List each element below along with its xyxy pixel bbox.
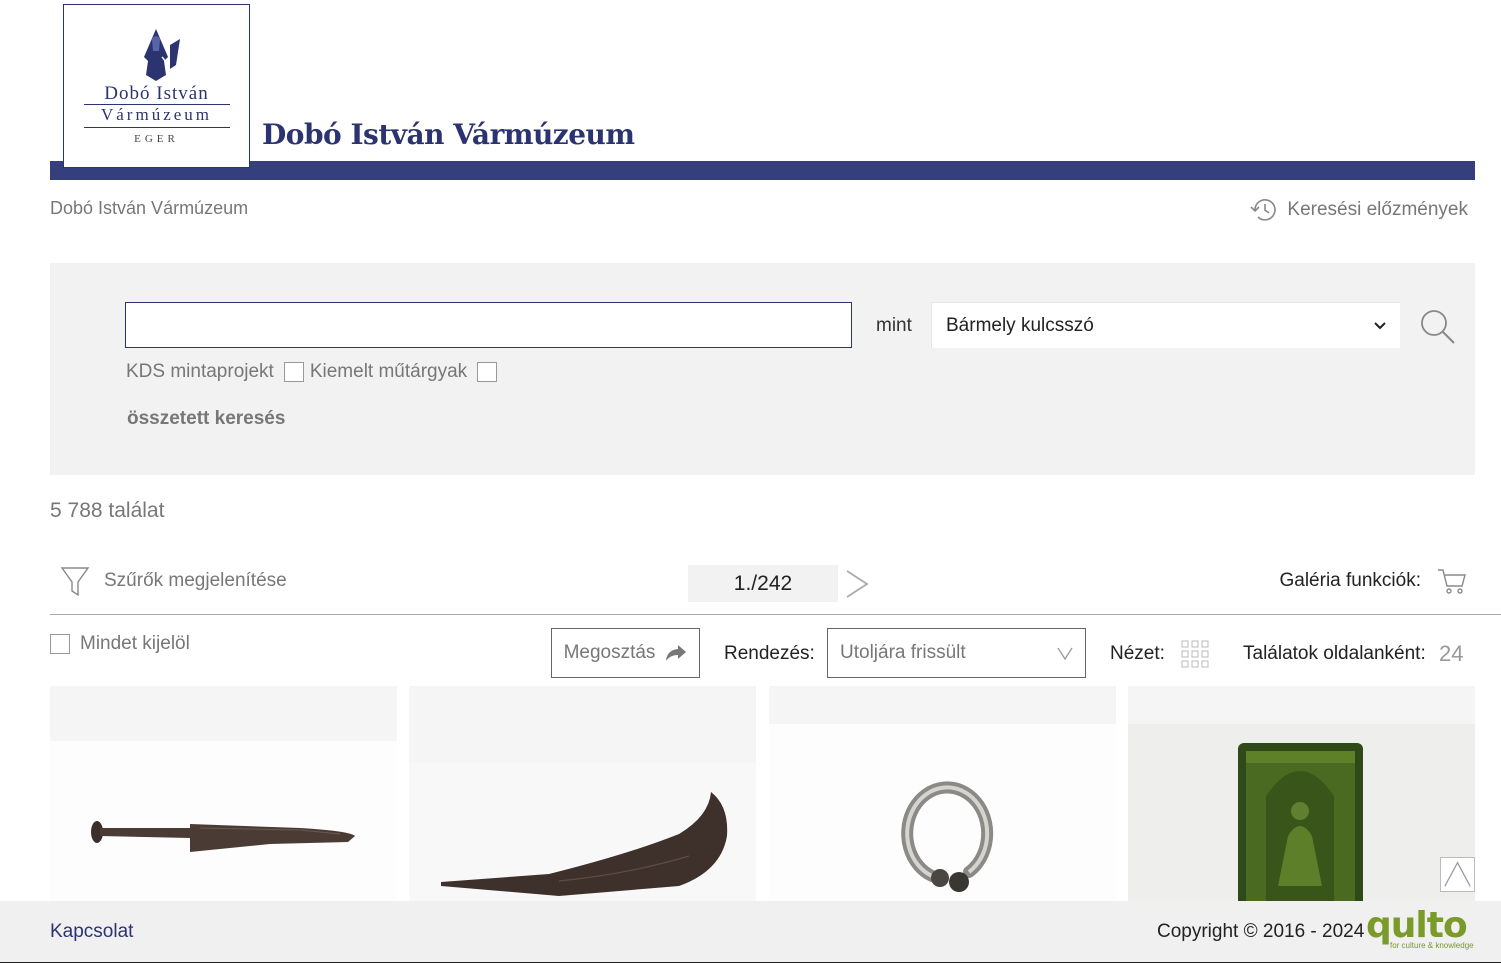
share-button[interactable]: Megosztás: [551, 628, 700, 678]
sort-select[interactable]: Utoljára frissült: [827, 628, 1086, 678]
select-all-checkbox[interactable]: [50, 634, 70, 654]
cart-icon: [1438, 569, 1466, 594]
search-history-label: Keresési előzmények: [1287, 199, 1468, 220]
per-page-label: Találatok oldalanként:: [1243, 643, 1426, 664]
contact-link[interactable]: Kapcsolat: [50, 921, 133, 943]
page-indicator[interactable]: 1./242: [688, 565, 838, 602]
search-panel: mint Bármely kulcsszó KDS mintaprojekt K…: [50, 263, 1475, 475]
sort-value: Utoljára frissült: [840, 642, 966, 663]
footer: Kapcsolat Copyright © 2016 - 2024 qulto …: [0, 901, 1501, 963]
show-filters-label: Szűrők megjelenítése: [104, 570, 287, 591]
scroll-to-top-icon[interactable]: [1440, 857, 1475, 892]
result-card[interactable]: [409, 686, 756, 901]
search-input[interactable]: [125, 302, 852, 348]
per-page-value[interactable]: 24: [1439, 641, 1463, 667]
logo-line2: Vármúzeum: [100, 105, 213, 124]
show-filters-button[interactable]: Szűrők megjelenítése: [60, 565, 287, 597]
search-icon[interactable]: [1418, 307, 1458, 347]
knight-helmet-icon: [144, 29, 180, 81]
toolbar-divider: [50, 614, 1501, 615]
metal-ring-image: [901, 781, 994, 892]
kds-checkbox-label: KDS mintaprojekt: [126, 361, 274, 382]
qulto-logo[interactable]: qulto for culture & knowledge: [1366, 905, 1476, 953]
view-label: Nézet:: [1110, 643, 1165, 664]
museum-logo[interactable]: Dobó István Vármúzeum EGER: [63, 4, 250, 168]
site-title[interactable]: Dobó István Vármúzeum: [262, 118, 635, 151]
knife-image: [91, 821, 355, 852]
funnel-icon: [60, 567, 90, 597]
chevron-down-icon: [1374, 321, 1386, 329]
result-card[interactable]: [769, 686, 1116, 901]
search-as-label: mint: [876, 315, 912, 336]
select-all-label: Mindet kijelöl: [80, 633, 190, 654]
select-all[interactable]: Mindet kijelöl: [50, 633, 190, 655]
featured-checkbox-label: Kiemelt műtárgyak: [309, 361, 468, 382]
chevron-down-icon: [1057, 647, 1073, 661]
search-scope-value: Bármely kulcsszó: [946, 314, 1094, 336]
header-bar: [50, 161, 1475, 180]
logo-line3: EGER: [134, 133, 179, 145]
grid-view-icon[interactable]: [1181, 640, 1209, 668]
qulto-brand: qulto: [1366, 905, 1468, 946]
gallery-functions-label: Galéria funkciók:: [1279, 570, 1421, 591]
green-tile-image: [1238, 743, 1363, 901]
advanced-search-link[interactable]: összetett keresés: [127, 408, 285, 430]
history-icon: [1250, 199, 1277, 221]
logo-divider: [84, 127, 230, 128]
search-history-link[interactable]: Keresési előzmények: [1249, 196, 1468, 224]
sickle-blade-image: [441, 792, 728, 896]
sort-label: Rendezés:: [724, 643, 815, 664]
logo-line1: Dobó István: [104, 83, 209, 104]
breadcrumb[interactable]: Dobó István Vármúzeum: [50, 198, 248, 219]
results-count: 5 788 találat: [50, 499, 165, 522]
qulto-tagline: for culture & knowledge: [1390, 941, 1474, 950]
result-card[interactable]: [1128, 686, 1475, 901]
featured-checkbox[interactable]: [477, 362, 498, 382]
result-card[interactable]: [50, 686, 397, 901]
search-options: KDS mintaprojekt Kiemelt műtárgyak: [126, 361, 498, 383]
search-scope-select[interactable]: Bármely kulcsszó: [931, 302, 1400, 348]
copyright-text: Copyright © 2016 - 2024: [1157, 921, 1365, 942]
share-label: Megosztás: [563, 642, 656, 663]
share-arrow-icon: [666, 645, 687, 661]
kds-checkbox[interactable]: [283, 362, 304, 382]
gallery-functions[interactable]: Galéria funkciók:: [1279, 566, 1467, 596]
chevron-right-icon[interactable]: [843, 568, 871, 600]
